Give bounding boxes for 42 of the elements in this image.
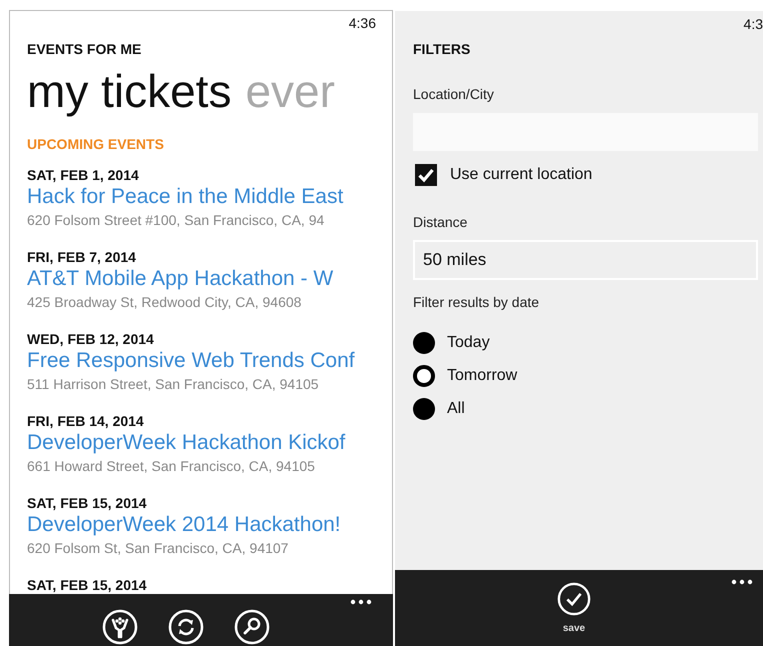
radio-button[interactable] bbox=[413, 332, 435, 354]
radio-button[interactable] bbox=[413, 364, 435, 386]
event-date: WED, FEB 12, 2014 bbox=[27, 330, 155, 348]
distance-field[interactable]: 50 miles bbox=[413, 240, 758, 280]
pivot-header[interactable]: ever bbox=[245, 63, 335, 119]
event-address: 620 Folsom Street #100, San Francisco, CA, 94 bbox=[27, 211, 326, 230]
radio-label: Tomorrow bbox=[447, 366, 518, 384]
pivot-header[interactable]: my tickets bbox=[27, 63, 232, 119]
checkbox-label: Use current location bbox=[450, 166, 592, 184]
page-title: FILTERS bbox=[413, 40, 472, 59]
more-icon[interactable] bbox=[731, 579, 753, 585]
field-label: Location/City bbox=[413, 85, 495, 104]
field-label: Distance bbox=[413, 213, 468, 232]
event-address: 425 Broadway St, Redwood City, CA, 94608 bbox=[27, 293, 302, 312]
app-title: EVENTS FOR ME bbox=[27, 40, 142, 59]
event-address: 620 Folsom St, San Francisco, CA, 94107 bbox=[27, 539, 290, 558]
radio-button[interactable] bbox=[413, 398, 435, 420]
event-title[interactable]: Free Responsive Web Trends Conf bbox=[27, 348, 392, 374]
event-date: SAT, FEB 15, 2014 bbox=[27, 576, 148, 594]
event-date: FRI, FEB 14, 2014 bbox=[27, 412, 145, 430]
people-icon[interactable] bbox=[102, 609, 138, 645]
event-title[interactable]: DeveloperWeek 2014 Hackathon! bbox=[27, 512, 392, 538]
section-heading: UPCOMING EVENTS bbox=[27, 135, 165, 154]
event-date: SAT, FEB 1, 2014 bbox=[27, 166, 140, 184]
radio-label: Today bbox=[447, 334, 490, 352]
radio-label: All bbox=[447, 400, 465, 418]
check-icon[interactable] bbox=[556, 582, 592, 616]
event-title[interactable]: DeveloperWeek Hackathon Kickof bbox=[27, 430, 392, 456]
search-icon[interactable] bbox=[234, 609, 270, 645]
event-address: 661 Howard Street, San Francisco, CA, 94105 bbox=[27, 457, 316, 476]
field-label: Filter results by date bbox=[413, 293, 540, 312]
event-title[interactable]: Hack for Peace in the Middle East bbox=[27, 184, 392, 210]
save-button[interactable]: save bbox=[556, 582, 592, 634]
more-icon[interactable] bbox=[350, 599, 372, 605]
checkbox[interactable] bbox=[415, 164, 437, 186]
event-date: FRI, FEB 7, 2014 bbox=[27, 248, 137, 266]
refresh-icon[interactable] bbox=[168, 609, 204, 645]
event-title[interactable]: AT&T Mobile App Hackathon - W bbox=[27, 266, 392, 292]
event-address: 511 Harrison Street, San Francisco, CA, 94105 bbox=[27, 375, 320, 394]
event-date: SAT, FEB 15, 2014 bbox=[27, 494, 148, 512]
status-time: 4:36 bbox=[348, 14, 377, 33]
status-time: 4:3 bbox=[742, 15, 763, 34]
